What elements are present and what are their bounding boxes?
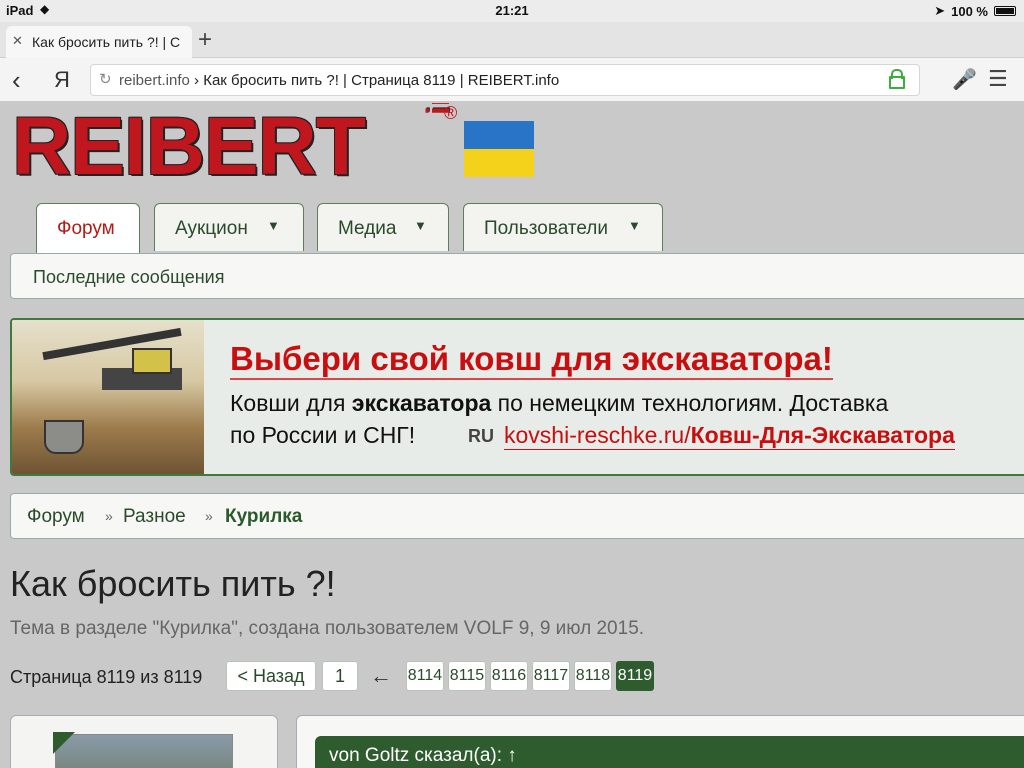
page-button[interactable]: 8117 [532,661,570,691]
ios-status-bar: iPad ◆ 21:21 ➤ 100 % [0,0,1024,22]
breadcrumb: Форум » Разное » Курилка [10,493,1024,539]
ad-link-domain: kovshi-reschke.ru/ [504,422,691,448]
url-path: › Как бросить пить ?! | Страница 8119 | … [189,72,560,89]
page-button[interactable]: 8115 [448,661,486,691]
ru-domain-icon: RU [468,426,494,446]
ukraine-flag-icon [464,121,534,177]
latest-posts-link[interactable]: Последние сообщения [33,267,224,288]
ad-text-line-2: по России и СНГ! [230,422,416,448]
ad-banner[interactable]: Выбери свой ковш для экскаватора! Ковши … [10,318,1024,476]
subnav-bar: Последние сообщения [10,253,1024,299]
breadcrumb-item[interactable]: Разное [123,506,186,528]
url-field[interactable]: ↻ reibert.info › Как бросить пить ?! | С… [90,64,920,96]
url-text: reibert.info › Как бросить пить ?! | Стр… [119,72,559,89]
post-author-panel [10,715,278,768]
close-tab-icon[interactable]: ✕ [12,33,23,49]
web-page: REIBERT info ® Форум Аукцион ▼ Медиа ▼ П… [0,103,1024,768]
browser-address-bar: ‹ Я ↻ reibert.info › Как бросить пить ?!… [0,58,1024,102]
ad-text-bold: экскаватора [351,390,492,416]
battery-percent: 100 % [951,3,988,19]
chevron-down-icon: ▼ [267,218,280,233]
microphone-icon[interactable]: 🎤 [952,67,977,92]
nav-tab-media[interactable]: Медиа ▼ [317,203,449,251]
nav-tab-label: Форум [57,218,115,239]
nav-tab-label: Пользователи [484,218,609,239]
skip-arrow-icon[interactable]: ← [370,663,392,689]
browser-tab[interactable]: ✕ Как бросить пить ?! | С [6,26,192,58]
battery-icon [994,6,1016,16]
back-button[interactable]: ‹ [12,65,21,96]
chevron-down-icon: ▼ [414,218,427,233]
browser-tab-bar: ✕ Как бросить пить ?! | С + [0,22,1024,58]
page-counter: Страница 8119 из 8119 [10,667,203,687]
page-title: Как бросить пить ?! [10,563,336,604]
new-tab-button[interactable]: + [198,28,212,52]
breadcrumb-separator: » [105,508,113,524]
status-time: 21:21 [495,3,529,18]
nav-tab-auction[interactable]: Аукцион ▼ [154,203,304,251]
current-page-button[interactable]: 8119 [616,661,654,691]
reload-icon[interactable]: ↻ [99,70,112,88]
prev-page-button[interactable]: < Назад [226,661,316,691]
chevron-down-icon: ▼ [628,218,641,233]
logo-registered-mark: ® [444,103,458,123]
breadcrumb-item[interactable]: Форум [27,506,85,528]
thread-description: Тема в разделе "Курилка", создана пользо… [10,618,645,639]
nav-tab-label: Аукцион [175,218,248,239]
nav-tab-users[interactable]: Пользователи ▼ [463,203,663,251]
site-logo[interactable]: REIBERT info ® [12,103,534,188]
lock-icon [889,69,905,89]
excavator-image [12,320,204,474]
breadcrumb-separator: » [205,508,213,524]
logo-main-text: REIBERT [12,103,366,192]
post-body: von Goltz сказал(а): ↑ [296,715,1024,768]
page-button[interactable]: 8116 [490,661,528,691]
breadcrumb-current[interactable]: Курилка [225,506,302,528]
status-right: ➤ 100 % [934,3,1016,19]
ad-text-line: Ковши для экскаватора по немецким технол… [230,390,888,417]
ad-link-path: Ковш-Для-Экскаватора [690,422,955,448]
url-host: reibert.info [119,72,190,89]
nav-tab-label: Медиа [338,218,397,239]
hamburger-menu-icon[interactable]: ☰ [988,66,1008,92]
tab-title: Как бросить пить ?! | С [32,34,181,50]
page-1-button[interactable]: 1 [322,661,358,691]
ad-headline[interactable]: Выбери свой ковш для экскаватора! [230,340,833,380]
avatar-corner-badge [53,732,75,754]
avatar[interactable] [55,734,233,768]
page-button[interactable]: 8114 [406,661,444,691]
page-button[interactable]: 8118 [574,661,612,691]
quote-author[interactable]: von Goltz сказал(а): ↑ [329,745,517,767]
location-icon: ➤ [934,3,946,18]
ad-link[interactable]: kovshi-reschke.ru/Ковш-Для-Экскаватора [504,422,955,450]
ad-text-part: по немецким технологиям. Доставка [491,390,889,416]
ad-text-part: Ковши для [230,390,352,416]
yandex-button[interactable]: Я [54,67,70,93]
nav-tab-forum[interactable]: Форум [36,203,140,255]
quote-header[interactable]: von Goltz сказал(а): ↑ [315,736,1024,768]
